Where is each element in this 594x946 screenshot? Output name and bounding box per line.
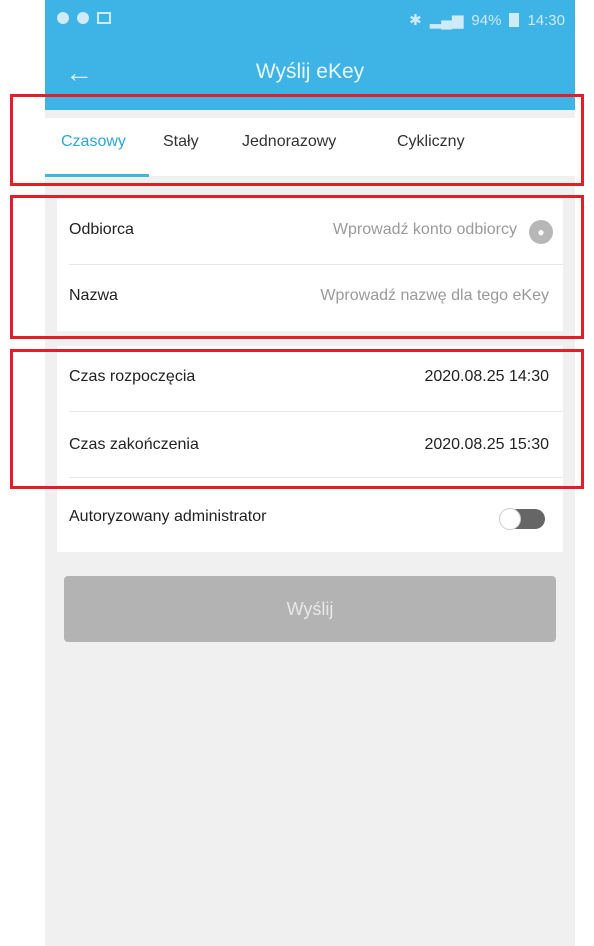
status-bar: ✱ ▂▄▆ 94% 14:30	[45, 0, 575, 40]
admin-label: Autoryzowany administrator	[69, 508, 267, 525]
clock: 14:30	[527, 11, 565, 29]
admin-row: Autoryzowany administrator	[57, 478, 563, 552]
battery-percent: 94%	[471, 11, 502, 29]
status-left-icons	[57, 12, 111, 24]
notification-icon	[57, 12, 69, 24]
status-right-icons: ✱ ▂▄▆ 94% 14:30	[409, 11, 565, 30]
signal-icon: ▂▄▆	[429, 12, 464, 29]
image-icon	[97, 12, 111, 24]
highlight-box-tabs	[10, 94, 584, 186]
admin-toggle[interactable]	[499, 508, 545, 530]
app-notification-icon	[77, 12, 89, 24]
page-title: Wyślij eKey	[255, 60, 365, 83]
highlight-box-recipient	[10, 195, 584, 339]
highlight-box-time	[10, 349, 584, 489]
bluetooth-icon: ✱	[409, 12, 422, 29]
send-button[interactable]: Wyślij	[64, 576, 556, 642]
battery-icon	[509, 13, 520, 27]
